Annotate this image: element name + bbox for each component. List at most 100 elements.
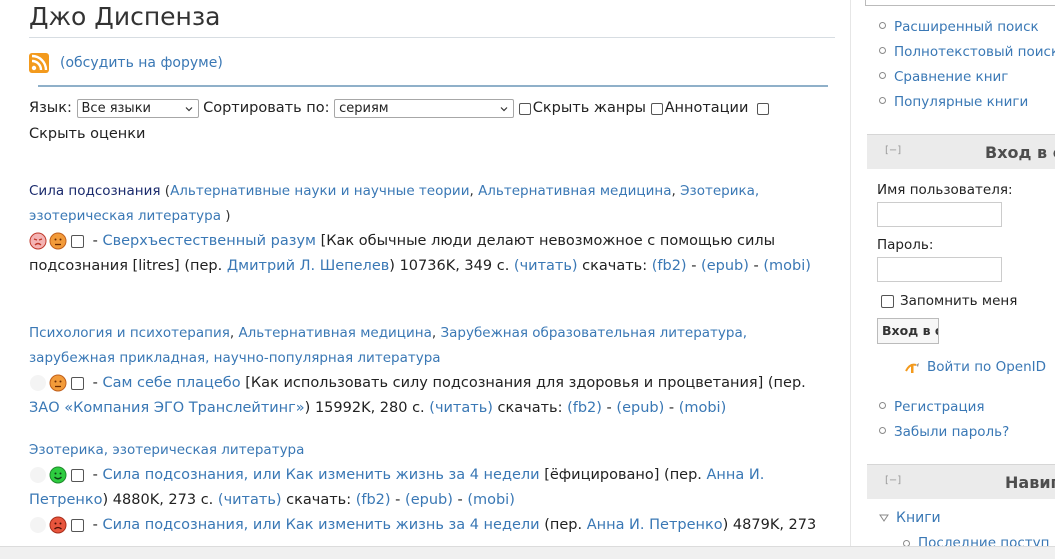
- book-subtitle: [ёфицировано]: [544, 467, 660, 483]
- grey-face-icon[interactable]: [29, 374, 47, 392]
- orange-neutral-face-icon[interactable]: [49, 232, 67, 250]
- select-book-checkbox[interactable]: [71, 376, 84, 390]
- mobi-link[interactable]: (mobi): [467, 492, 515, 508]
- username-label: Имя пользователя:: [877, 182, 1013, 198]
- book-title-link[interactable]: Сам себе плацебо: [102, 375, 240, 391]
- openid-login-link[interactable]: Войти по OpenID: [927, 355, 1046, 379]
- main-content: Джо Диспенза (обсудить на форуме) Язык: …: [0, 0, 850, 558]
- select-book-checkbox[interactable]: [71, 234, 84, 248]
- horizontal-scrollbar[interactable]: [0, 546, 1055, 559]
- annotations-label: Аннотации: [664, 100, 749, 116]
- page-title: Джо Диспенза: [29, 2, 835, 38]
- epub-link[interactable]: (epub): [616, 400, 664, 416]
- genre-link[interactable]: Альтернативная медицина: [238, 325, 431, 341]
- divider: [38, 85, 828, 87]
- sort-select[interactable]: сериям: [334, 99, 515, 118]
- hide-genres-label: Скрыть жанры: [532, 100, 646, 116]
- red-sad-face-icon[interactable]: [49, 516, 67, 534]
- series-link[interactable]: Сила подсознания: [29, 183, 161, 199]
- openid-icon: [905, 363, 919, 373]
- book-entry: Эзотерика, эзотерическая литература - Си…: [29, 438, 829, 513]
- epub-link[interactable]: (epub): [701, 258, 749, 274]
- red-angry-face-icon[interactable]: [29, 232, 47, 250]
- search-links: Расширенный поиск Полнотекстовый поиск С…: [879, 15, 1055, 115]
- genre-link[interactable]: Альтернативная медицина: [478, 183, 671, 199]
- book-title-link[interactable]: Сила подсознания, или Как изменить жизнь…: [102, 467, 539, 483]
- annotations-checkbox[interactable]: [650, 102, 663, 115]
- genre-link[interactable]: Эзотерика, эзотерическая литература: [29, 442, 304, 458]
- sidebar: Расширенный поиск Полнотекстовый поиск С…: [850, 0, 1055, 558]
- genre-link[interactable]: Психология и психотерапия: [29, 325, 230, 341]
- expand-triangle-icon[interactable]: [879, 514, 889, 522]
- book-title-link[interactable]: Сила подсознания, или Как изменить жизнь…: [102, 517, 539, 533]
- translator-link[interactable]: Анна И. Петренко: [587, 517, 723, 533]
- hide-ratings-checkbox[interactable]: [757, 102, 769, 115]
- sort-select-value: сериям: [339, 101, 389, 116]
- read-link[interactable]: (читать): [429, 400, 493, 416]
- fb2-link[interactable]: (fb2): [356, 492, 391, 508]
- bullet-icon: [879, 96, 886, 104]
- fb2-link[interactable]: (fb2): [652, 258, 687, 274]
- download-label: скачать:: [497, 400, 563, 416]
- book-line: - Сила подсознания, или Как изменить жиз…: [29, 466, 765, 508]
- fulltext-search-link[interactable]: Полнотекстовый поиск: [894, 44, 1055, 60]
- book-entry: Психология и психотерапия, Альтернативна…: [29, 321, 829, 421]
- remember-me-label: Запомнить меня: [900, 293, 1018, 309]
- grey-face-icon[interactable]: [29, 516, 47, 534]
- bullet-icon: [879, 426, 886, 434]
- popular-books-link[interactable]: Популярные книги: [894, 94, 1028, 110]
- translator-link[interactable]: Дмитрий Л. Шепелев: [227, 258, 389, 274]
- book-line: - Сам себе плацебо [Как использовать сил…: [29, 374, 806, 416]
- advanced-search-link[interactable]: Расширенный поиск: [894, 19, 1039, 35]
- discuss-forum-link[interactable]: (обсудить на форуме): [60, 55, 223, 71]
- genre-link[interactable]: Альтернативные науки и научные теории: [170, 183, 469, 199]
- book-entry: Сила подсознания (Альтернативные науки и…: [29, 179, 829, 279]
- collapse-toggle[interactable]: [−]: [885, 475, 901, 486]
- select-book-checkbox[interactable]: [71, 518, 84, 532]
- download-label: скачать:: [582, 258, 648, 274]
- login-block-title: Вход в с: [985, 143, 1055, 162]
- search-box-edge: [865, 0, 1055, 6]
- password-field[interactable]: [877, 257, 1002, 282]
- login-button[interactable]: Вход в с: [877, 318, 939, 344]
- language-label: Язык:: [29, 100, 72, 116]
- username-field[interactable]: [877, 202, 1002, 227]
- book-size: 10736K, 349 с.: [399, 258, 510, 274]
- compare-books-link[interactable]: Сравнение книг: [894, 69, 1008, 85]
- remember-me-checkbox[interactable]: [881, 294, 894, 308]
- mobi-link[interactable]: (mobi): [763, 258, 811, 274]
- book-line: - Сверхъестественный разум [Как обычные …: [29, 232, 811, 274]
- chevron-down-icon: [185, 107, 192, 112]
- translator-link[interactable]: ЗАО «Компания ЭГО Транслейтинг»: [29, 400, 305, 416]
- register-link[interactable]: Регистрация: [894, 399, 985, 415]
- read-link[interactable]: (читать): [218, 492, 282, 508]
- collapse-toggle[interactable]: [−]: [885, 145, 901, 156]
- login-block-header: [−] Вход в с: [867, 134, 1055, 169]
- forgot-password-link[interactable]: Забыли пароль?: [894, 424, 1009, 440]
- translator-prefix: (пер.: [767, 375, 806, 391]
- select-book-checkbox[interactable]: [71, 468, 84, 482]
- nav-item-books[interactable]: Книги: [896, 510, 941, 526]
- epub-link[interactable]: (epub): [405, 492, 453, 508]
- grey-face-icon[interactable]: [29, 466, 47, 484]
- bullet-icon: [879, 21, 886, 29]
- book-size: 4880K, 273 с.: [112, 492, 214, 508]
- read-link[interactable]: (читать): [514, 258, 578, 274]
- orange-neutral-face-icon[interactable]: [49, 374, 67, 392]
- download-label: скачать:: [286, 492, 352, 508]
- language-select-value: Все языки: [81, 101, 152, 116]
- login-form: Имя пользователя: Пароль: Запомнить меня…: [877, 178, 1055, 379]
- hide-genres-checkbox[interactable]: [518, 102, 531, 115]
- book-title-link[interactable]: Сверхъестественный разум: [102, 233, 316, 249]
- mobi-link[interactable]: (mobi): [679, 400, 727, 416]
- language-select[interactable]: Все языки: [76, 99, 199, 118]
- bullet-icon: [879, 46, 886, 54]
- book-line: - Сила подсознания, или Как изменить жиз…: [29, 513, 829, 538]
- translator-prefix: (пер.: [184, 258, 223, 274]
- fb2-link[interactable]: (fb2): [567, 400, 602, 416]
- book-genres: Эзотерика, эзотерическая литература: [29, 438, 829, 463]
- book-entry: - Сила подсознания, или Как изменить жиз…: [29, 513, 829, 538]
- rss-icon[interactable]: [29, 53, 49, 73]
- navigation-block-header: [−] Навиг: [867, 464, 1055, 499]
- green-happy-face-icon[interactable]: [49, 466, 67, 484]
